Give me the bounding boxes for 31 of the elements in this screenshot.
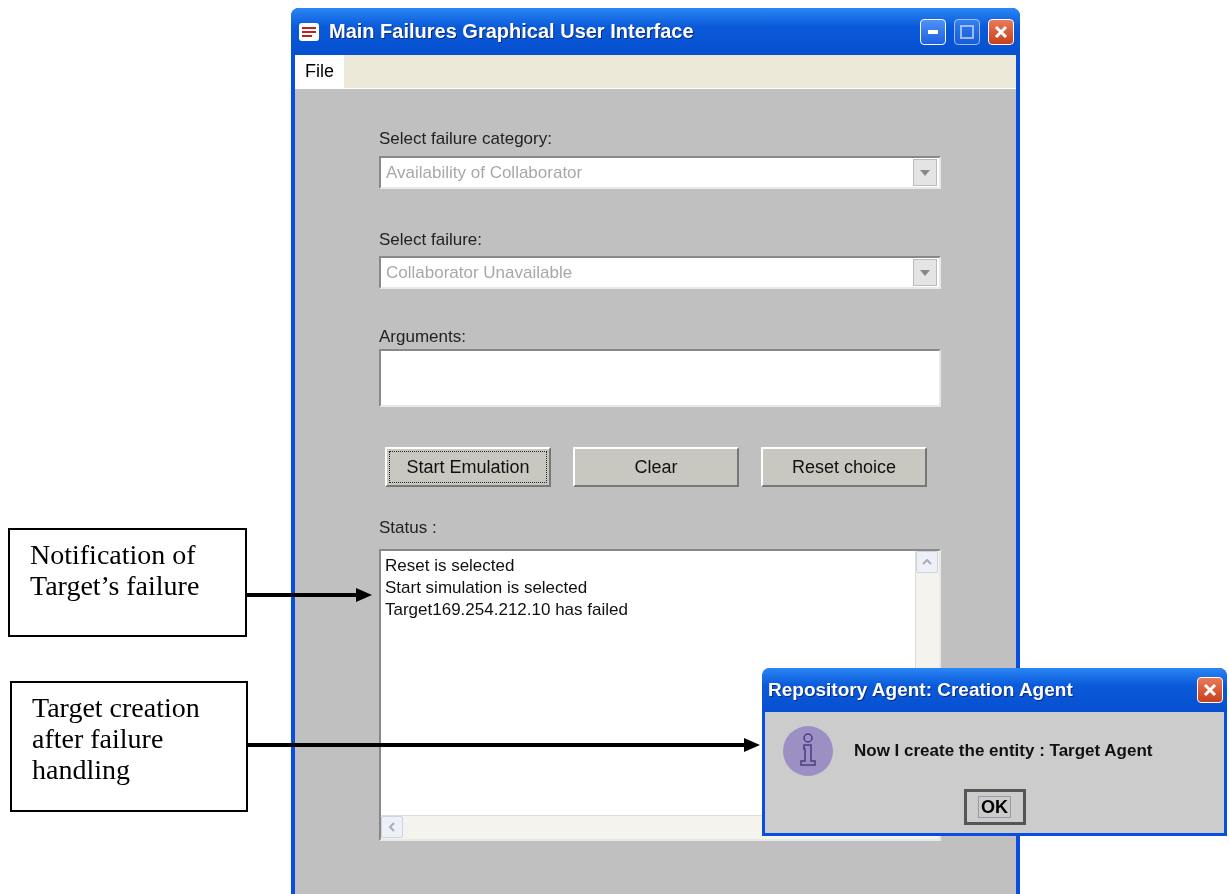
arguments-field[interactable]	[379, 349, 941, 407]
action-button[interactable]: Start Emulation	[385, 447, 551, 487]
dialog-message: Now I create the entity : Target Agent	[854, 741, 1153, 761]
field-label: Arguments:	[379, 327, 466, 347]
scroll-up-button[interactable]	[916, 551, 938, 573]
ok-button[interactable]: OK	[963, 789, 1026, 825]
window-title: Main Failures Graphical User Interface	[329, 20, 695, 43]
action-button[interactable]: Clear	[573, 447, 739, 487]
menu-item[interactable]: File	[295, 55, 344, 88]
maximize-button[interactable]	[954, 18, 980, 45]
field-label: Select failure:	[379, 230, 482, 250]
info-icon	[782, 725, 834, 777]
dialog-title: Repository Agent: Creation Agent	[768, 679, 1074, 701]
log-line: Target169.254.212.10 has failed	[385, 599, 629, 621]
field-label: Select failure category:	[379, 129, 552, 149]
close-button[interactable]	[988, 18, 1014, 45]
field-label: Status :	[379, 518, 437, 538]
maximize-icon	[960, 24, 974, 39]
dropdown-arrow-icon	[920, 269, 930, 276]
close-button[interactable]	[1197, 677, 1223, 703]
minimize-icon	[928, 29, 938, 34]
minimize-button[interactable]	[920, 18, 946, 45]
close-icon	[994, 24, 1008, 39]
annotation-box: Target creation after failure handling	[10, 681, 248, 812]
annotation-box: Notification of Target’s failure	[8, 528, 247, 637]
scroll-left-button[interactable]	[381, 816, 403, 838]
log-line: Reset is selected	[385, 555, 516, 577]
close-icon	[1203, 683, 1217, 697]
dropdown-arrow-icon	[920, 169, 930, 176]
log-line: Start simulation is selected	[385, 577, 589, 599]
action-button[interactable]: Reset choice	[761, 447, 927, 487]
